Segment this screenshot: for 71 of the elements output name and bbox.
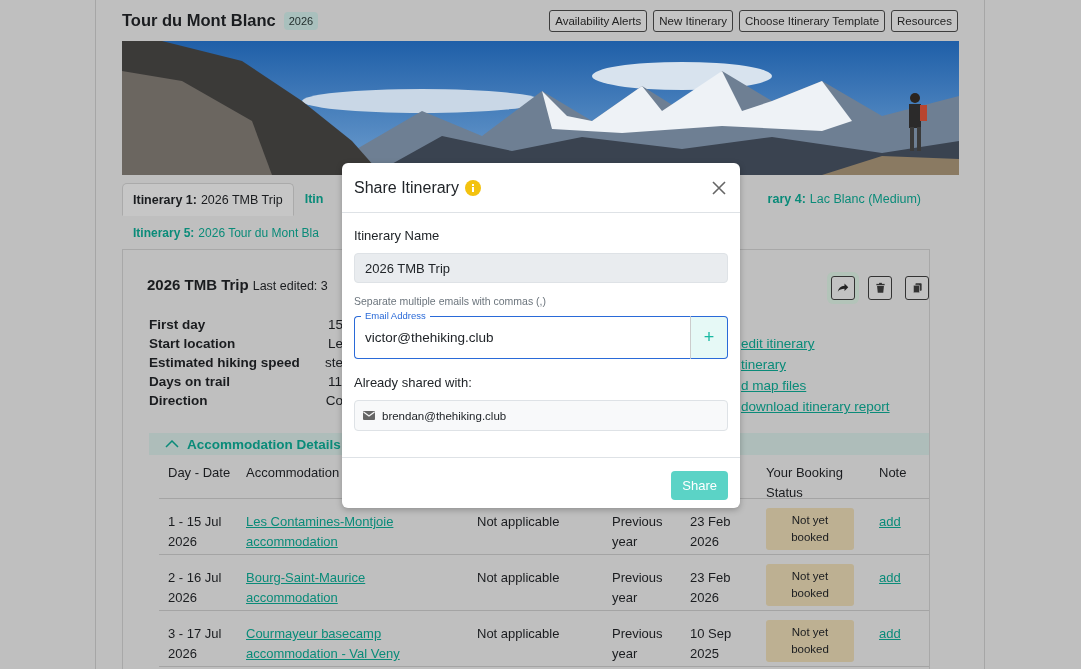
trash-icon bbox=[874, 282, 886, 294]
table-cell: Previous year bbox=[612, 570, 663, 605]
last-edited-text: Last edited: 3 bbox=[252, 279, 328, 293]
accommodation-link[interactable]: Courmayeur basecamp accommodation - Val Veny bbox=[246, 624, 426, 664]
itinerary-title: 2026 TMB Trip bbox=[147, 276, 249, 293]
booking-status-badge: Not yet booked bbox=[766, 620, 854, 662]
share-button[interactable] bbox=[831, 276, 855, 300]
add-note-link[interactable]: add bbox=[879, 570, 901, 585]
detail-value: 11 bbox=[328, 374, 342, 389]
column-header: Day - Date bbox=[167, 464, 232, 482]
itinerary-link[interactable]: edit itinerary bbox=[741, 334, 890, 354]
table-cell: Previous year bbox=[612, 514, 663, 549]
copy-button[interactable] bbox=[905, 276, 929, 300]
chevron-icon bbox=[165, 440, 179, 448]
help-text: Separate multiple emails with commas (,) bbox=[354, 295, 547, 307]
table-cell: 2 - 16 Jul 2026 bbox=[168, 570, 222, 605]
detail-label: First day bbox=[149, 317, 207, 332]
column-header: Your Booking Status bbox=[765, 464, 844, 498]
add-note-link[interactable]: add bbox=[879, 514, 901, 529]
info-icon bbox=[464, 179, 481, 196]
detail-label: Estimated hiking speed bbox=[149, 355, 301, 370]
table-cell: Not applicable bbox=[477, 514, 560, 529]
itinerary-link[interactable]: download itinerary report bbox=[741, 397, 890, 417]
table-cell: 23 Feb 2026 bbox=[690, 514, 731, 549]
column-header: Accommodation bbox=[245, 464, 341, 482]
table-cell: Previous year bbox=[612, 626, 663, 661]
detail-label: Direction bbox=[149, 393, 209, 408]
itinerary-tab[interactable]: rary 4: Lac Blanc (Medium) bbox=[756, 183, 932, 215]
year-badge: 2026 bbox=[283, 11, 319, 30]
itinerary-tab[interactable]: Itinerary 5: 2026 Tour du Mont Bla bbox=[122, 215, 330, 249]
accommodation-link[interactable]: Les Contamines-Montjoie accommodation bbox=[246, 512, 426, 552]
shared-email: brendan@thehiking.club bbox=[382, 409, 507, 422]
detail-label: Start location bbox=[149, 336, 237, 351]
table-cell: Not applicable bbox=[477, 626, 560, 641]
detail-value: ste bbox=[325, 355, 343, 370]
itinerary-name-field[interactable]: 2026 TMB Trip bbox=[354, 253, 728, 283]
shared-label: Already shared with: bbox=[354, 375, 473, 391]
header-button[interactable]: New Itinerary bbox=[653, 9, 733, 32]
page-title: Tour du Mont Blanc bbox=[122, 11, 276, 30]
email-input[interactable]: victor@thehiking.club bbox=[355, 329, 690, 345]
booking-status-badge: Not yet booked bbox=[766, 564, 854, 606]
column-header: Note bbox=[878, 464, 908, 482]
itinerary-tab[interactable]: Itinerary 1: 2026 TMB Trip bbox=[122, 183, 294, 216]
itinerary-tab[interactable]: Itin bbox=[293, 183, 335, 215]
accommodation-link[interactable]: Bourg-Saint-Maurice accommodation bbox=[246, 568, 426, 608]
detail-value: Le bbox=[327, 336, 343, 351]
table-cell: 10 Sep 2025 bbox=[690, 626, 732, 661]
add-email-button[interactable]: + bbox=[690, 316, 728, 359]
header-button[interactable]: Choose Itinerary Template bbox=[739, 9, 886, 32]
table-cell: 23 Feb 2026 bbox=[690, 570, 731, 605]
envelope-icon bbox=[363, 411, 375, 420]
email-label: Email Address bbox=[364, 310, 427, 322]
field-label: Itinerary Name bbox=[354, 228, 441, 244]
table-cell: 3 - 17 Jul 2026 bbox=[168, 626, 222, 661]
detail-value: Co bbox=[325, 393, 343, 408]
copy-icon bbox=[911, 282, 923, 294]
share-icon bbox=[837, 282, 849, 294]
header-button[interactable]: Availability Alerts bbox=[549, 9, 648, 32]
table-cell: 1 - 15 Jul 2026 bbox=[168, 514, 222, 549]
delete-button[interactable] bbox=[868, 276, 892, 300]
dialog-title: Share Itinerary bbox=[354, 178, 459, 197]
close-button[interactable] bbox=[710, 178, 728, 197]
add-note-link[interactable]: add bbox=[879, 626, 901, 641]
table-cell: Not applicable bbox=[477, 570, 560, 585]
detail-value: 15 bbox=[327, 317, 343, 332]
itinerary-link[interactable]: tinerary bbox=[741, 355, 890, 375]
booking-status-badge: Not yet booked bbox=[766, 508, 854, 550]
email-field[interactable]: Email Address victor@thehiking.club bbox=[354, 310, 690, 359]
detail-label: Days on trail bbox=[149, 374, 232, 389]
itinerary-link[interactable]: d map files bbox=[741, 376, 890, 396]
header-button[interactable]: Resources bbox=[891, 9, 958, 32]
